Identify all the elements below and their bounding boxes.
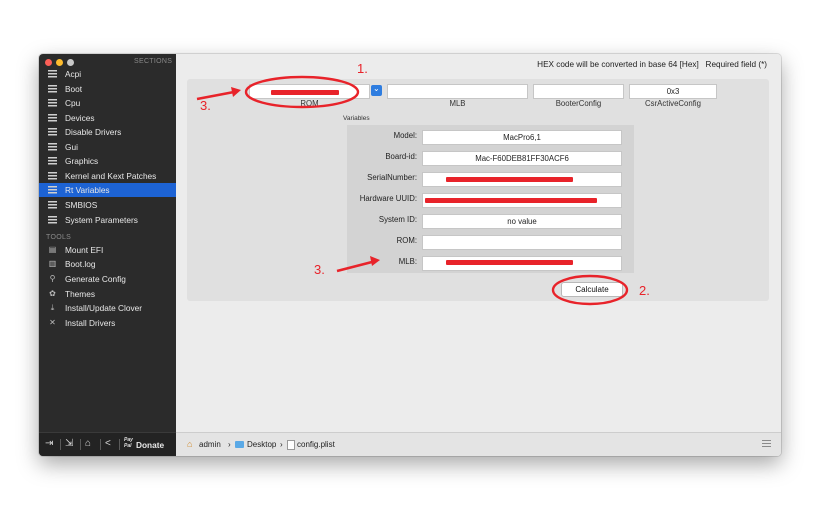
- annotation-overlay: [196, 75, 629, 306]
- calculate-highlight-ellipse: [551, 274, 629, 306]
- arrow-head-icon: [370, 256, 380, 266]
- step-3-label-top: 3.: [200, 98, 211, 113]
- rom-highlight-ellipse: [244, 75, 360, 109]
- arrow-to-mlb: [336, 260, 373, 273]
- step-3-label-bottom: 3.: [314, 262, 325, 277]
- arrow-head-icon: [231, 87, 241, 97]
- step-1-label: 1.: [357, 61, 368, 76]
- step-2-label: 2.: [639, 283, 650, 298]
